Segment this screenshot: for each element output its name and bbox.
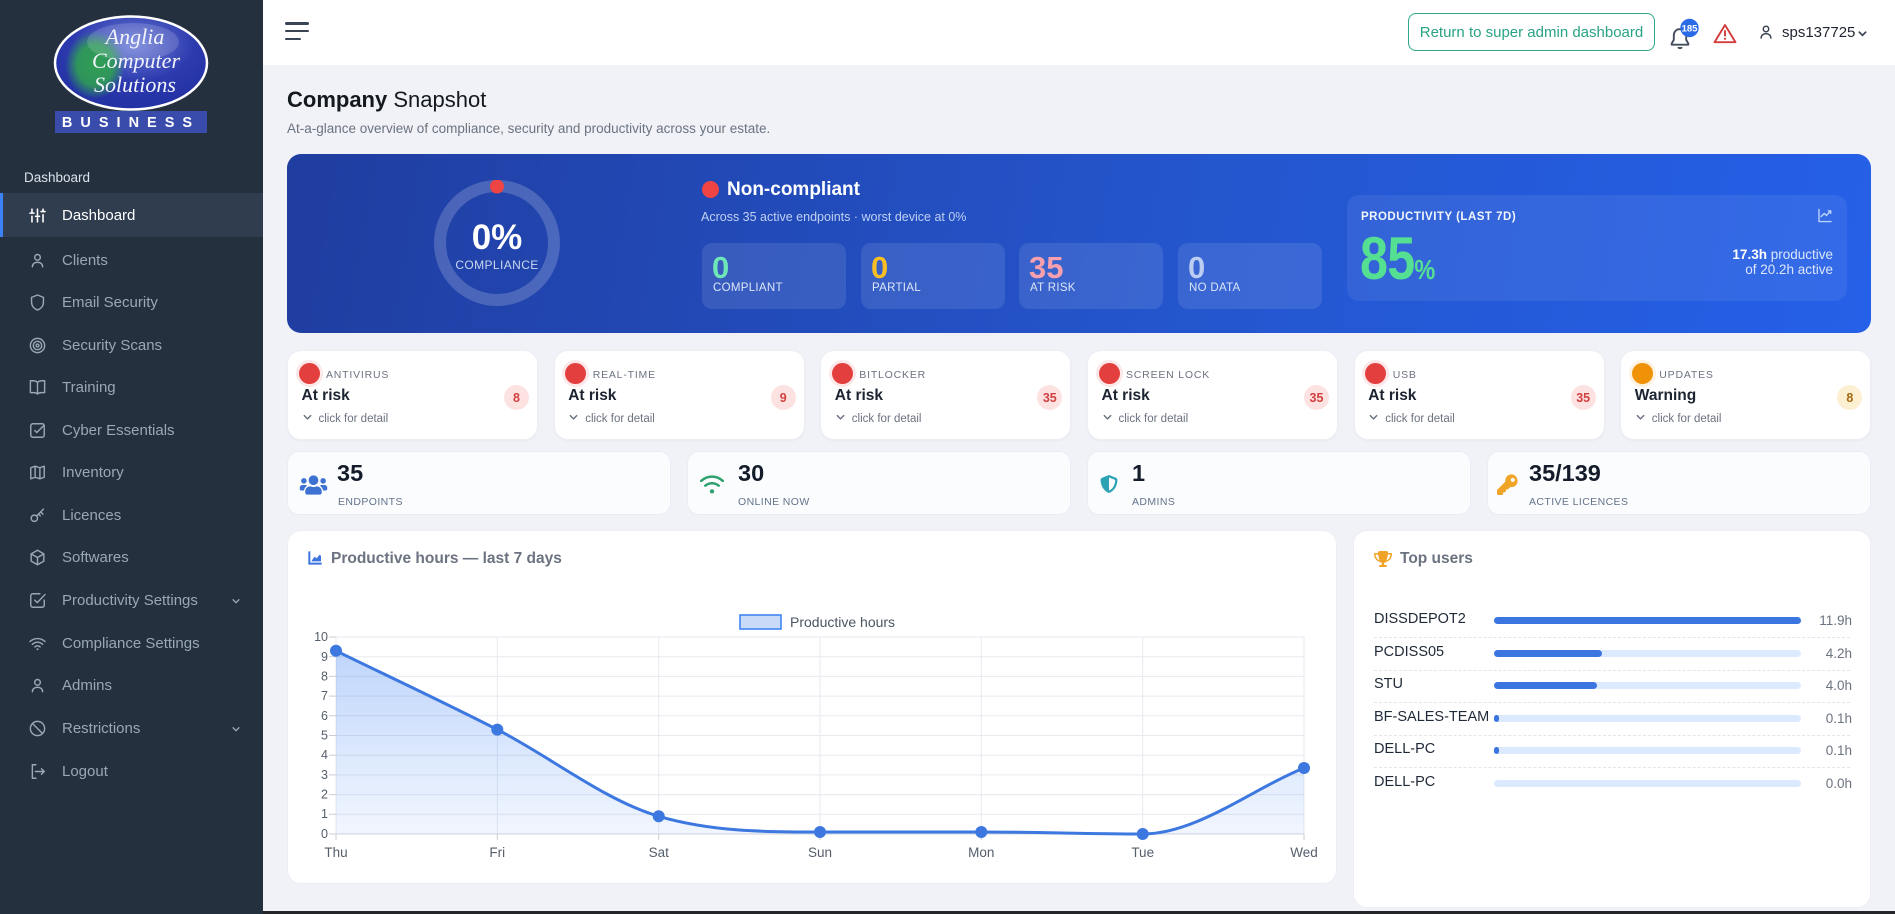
svg-text:Tue: Tue [1131, 845, 1154, 860]
svg-text:4: 4 [321, 748, 328, 762]
svg-text:Mon: Mon [968, 845, 994, 860]
svg-text:5: 5 [321, 729, 328, 743]
svg-text:Productive hours: Productive hours [790, 614, 895, 630]
svg-text:8: 8 [321, 670, 328, 684]
svg-text:Thu: Thu [324, 845, 347, 860]
svg-text:Anglia: Anglia [104, 24, 165, 49]
svg-text:2: 2 [321, 788, 328, 802]
svg-text:7: 7 [321, 689, 328, 703]
svg-text:6: 6 [321, 709, 328, 723]
svg-text:185: 185 [1682, 24, 1699, 35]
svg-text:Sun: Sun [808, 845, 832, 860]
svg-text:Wed: Wed [1290, 845, 1318, 860]
svg-text:10: 10 [314, 630, 328, 644]
svg-text:9: 9 [321, 650, 328, 664]
svg-text:1: 1 [321, 807, 328, 821]
svg-text:Computer: Computer [92, 48, 180, 73]
svg-text:3: 3 [321, 768, 328, 782]
svg-text:Solutions: Solutions [94, 72, 176, 97]
svg-text:BUSINESS: BUSINESS [62, 115, 200, 131]
svg-text:Sat: Sat [649, 845, 670, 860]
svg-text:Fri: Fri [489, 845, 505, 860]
svg-text:0: 0 [321, 827, 328, 841]
